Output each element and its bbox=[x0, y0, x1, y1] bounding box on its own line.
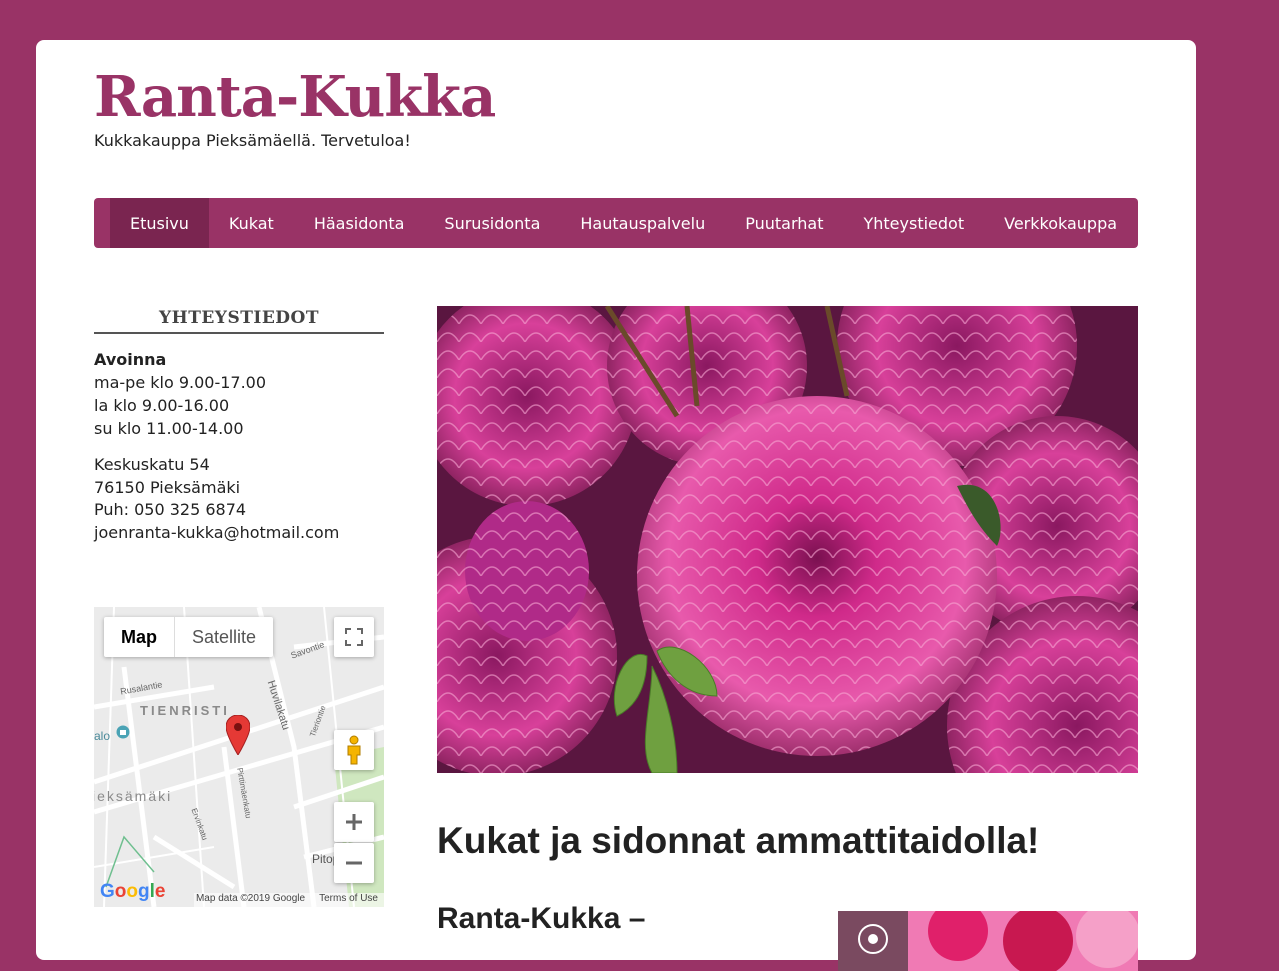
main-navigation: Etusivu Kukat Häasidonta Surusidonta Hau… bbox=[94, 198, 1138, 248]
widget-title: YHTEYSTIEDOT bbox=[94, 308, 384, 334]
site-title[interactable]: Ranta-Kukka bbox=[94, 62, 496, 132]
zoom-out-icon bbox=[346, 861, 362, 865]
fullscreen-icon bbox=[345, 628, 363, 646]
map-pin-icon[interactable] bbox=[226, 715, 250, 755]
contact-address: Keskuskatu 54 76150 Pieksämäki Puh: 050 … bbox=[94, 454, 384, 544]
nav-item-etusivu[interactable]: Etusivu bbox=[110, 198, 209, 248]
map-type-control: Map Satellite bbox=[104, 617, 274, 657]
hours-saturday: la klo 9.00-16.00 bbox=[94, 396, 230, 415]
flower-thumbnail bbox=[838, 911, 1138, 971]
nav-item-verkkokauppa[interactable]: Verkkokauppa bbox=[984, 198, 1137, 248]
map-type-map-button[interactable]: Map bbox=[104, 617, 175, 657]
street-view-button[interactable] bbox=[334, 730, 374, 770]
site-tagline: Kukkakauppa Pieksämäellä. Tervetuloa! bbox=[94, 131, 411, 150]
page-container: Ranta-Kukka Kukkakauppa Pieksämäellä. Te… bbox=[36, 40, 1196, 971]
map-label-pieksamaki: ieksämäki bbox=[94, 788, 173, 804]
dahlia-photo bbox=[437, 306, 1138, 773]
postal-address: 76150 Pieksämäki bbox=[94, 477, 241, 497]
opening-hours: Avoinna ma-pe klo 9.00-17.00 la klo 9.00… bbox=[94, 348, 384, 440]
terms-of-use-link[interactable]: Terms of Use bbox=[319, 893, 378, 907]
zoom-in-button[interactable] bbox=[334, 802, 374, 842]
google-logo[interactable]: Google bbox=[100, 881, 165, 903]
hours-label: Avoinna bbox=[94, 350, 167, 369]
sub-heading: Ranta-Kukka – bbox=[437, 902, 646, 935]
poi-icon bbox=[116, 725, 130, 739]
email-address[interactable]: joenranta-kukka@hotmail.com bbox=[94, 522, 384, 545]
nav-item-yhteystiedot[interactable]: Yhteystiedot bbox=[843, 198, 984, 248]
phone-number: Puh: 050 325 6874 bbox=[94, 500, 247, 519]
embedded-map[interactable]: TIENRISTI ieksämäki Huvilakatu Savontie … bbox=[94, 607, 384, 907]
map-type-satellite-button[interactable]: Satellite bbox=[175, 617, 273, 657]
nav-item-surusidonta[interactable]: Surusidonta bbox=[424, 198, 560, 248]
map-data-text: Map data ©2019 Google bbox=[195, 893, 306, 904]
map-label-tienristi: TIENRISTI bbox=[140, 703, 230, 718]
hero-image bbox=[437, 306, 1138, 773]
thumbnail-image bbox=[838, 911, 1138, 971]
pegman-icon bbox=[347, 735, 361, 765]
sidebar: YHTEYSTIEDOT Avoinna ma-pe klo 9.00-17.0… bbox=[94, 308, 384, 544]
street-address: Keskuskatu 54 bbox=[94, 455, 210, 474]
map-label-alo: alo bbox=[94, 729, 111, 743]
hours-sunday: su klo 11.00-14.00 bbox=[94, 419, 244, 438]
nav-item-hautauspalvelu[interactable]: Hautauspalvelu bbox=[560, 198, 725, 248]
main-heading: Kukat ja sidonnat ammattitaidolla! bbox=[437, 820, 1040, 861]
fullscreen-button[interactable] bbox=[334, 617, 374, 657]
nav-item-puutarhat[interactable]: Puutarhat bbox=[725, 198, 843, 248]
zoom-in-icon bbox=[346, 814, 362, 830]
hours-weekdays: ma-pe klo 9.00-17.00 bbox=[94, 373, 267, 392]
zoom-out-button[interactable] bbox=[334, 843, 374, 883]
nav-item-kukat[interactable]: Kukat bbox=[209, 198, 294, 248]
map-attribution: Map data ©2019 Google Terms of Use bbox=[194, 893, 384, 907]
nav-item-haasidonta[interactable]: Häasidonta bbox=[294, 198, 425, 248]
